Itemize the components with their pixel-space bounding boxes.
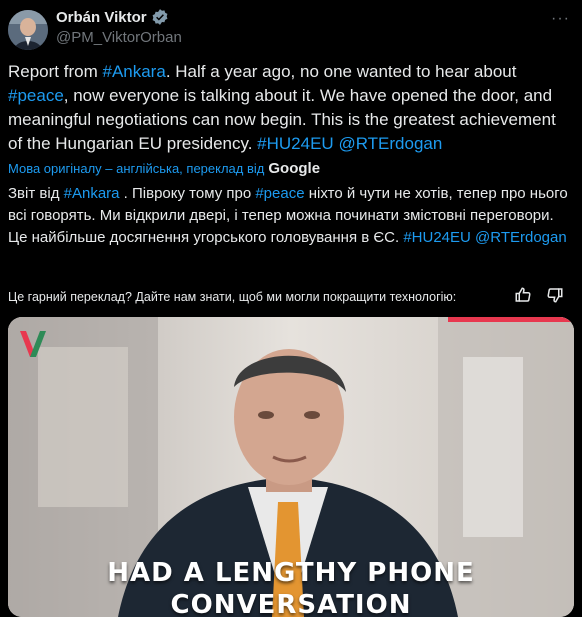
text-segment: Report from [8, 62, 103, 81]
more-options-icon[interactable]: ··· [551, 10, 570, 28]
translation-feedback: Це гарний переклад? Дайте нам знати, щоб… [8, 286, 574, 308]
thumbs-up-icon[interactable] [514, 286, 532, 304]
verified-badge-icon [151, 8, 169, 26]
video-caption-line2: CONVERSATION [170, 590, 412, 617]
google-logo: Google [268, 160, 321, 177]
video-caption-line1: HAD A LENGTHY PHONE [107, 558, 475, 588]
hashtag-link[interactable]: #peace [8, 86, 64, 105]
hashtag-link[interactable]: #Ankara [102, 62, 165, 81]
text-segment: . Half a year ago, no one wanted to hear… [165, 62, 517, 81]
mention-link[interactable]: @RTErdogan [475, 229, 567, 246]
feedback-prompt: Це гарний переклад? Дайте нам знати, щоб… [8, 290, 457, 304]
avatar[interactable] [8, 10, 48, 50]
author-handle[interactable]: @PM_ViktorOrban [56, 29, 182, 46]
text-segment: Звіт від [8, 185, 64, 202]
hashtag-link[interactable]: #peace [255, 185, 304, 202]
text-segment: . Півроку тому про [119, 185, 256, 202]
thumbs-down-icon[interactable] [546, 286, 564, 304]
video-player[interactable]: HAD A LENGTHY PHONE CONVERSATION [8, 317, 574, 617]
hashtag-link[interactable]: #HU24EU [257, 134, 334, 153]
hashtag-link[interactable]: #HU24EU [403, 229, 471, 246]
translated-text: Звіт від #Ankara . Півроку тому про #pea… [8, 183, 574, 249]
author-name[interactable]: Orbán Viktor [56, 9, 147, 26]
tweet-header: Orbán Viktor @PM_ViktorOrban ··· [8, 6, 574, 54]
mention-link[interactable]: @RTErdogan [338, 134, 442, 153]
hashtag-link[interactable]: #Ankara [64, 185, 120, 202]
translation-label[interactable]: Мова оригіналу – англійська, переклад ві… [8, 161, 264, 176]
tweet-text: Report from #Ankara. Half a year ago, no… [8, 60, 574, 156]
translation-attribution: Мова оригіналу – англійська, переклад ві… [8, 160, 320, 177]
